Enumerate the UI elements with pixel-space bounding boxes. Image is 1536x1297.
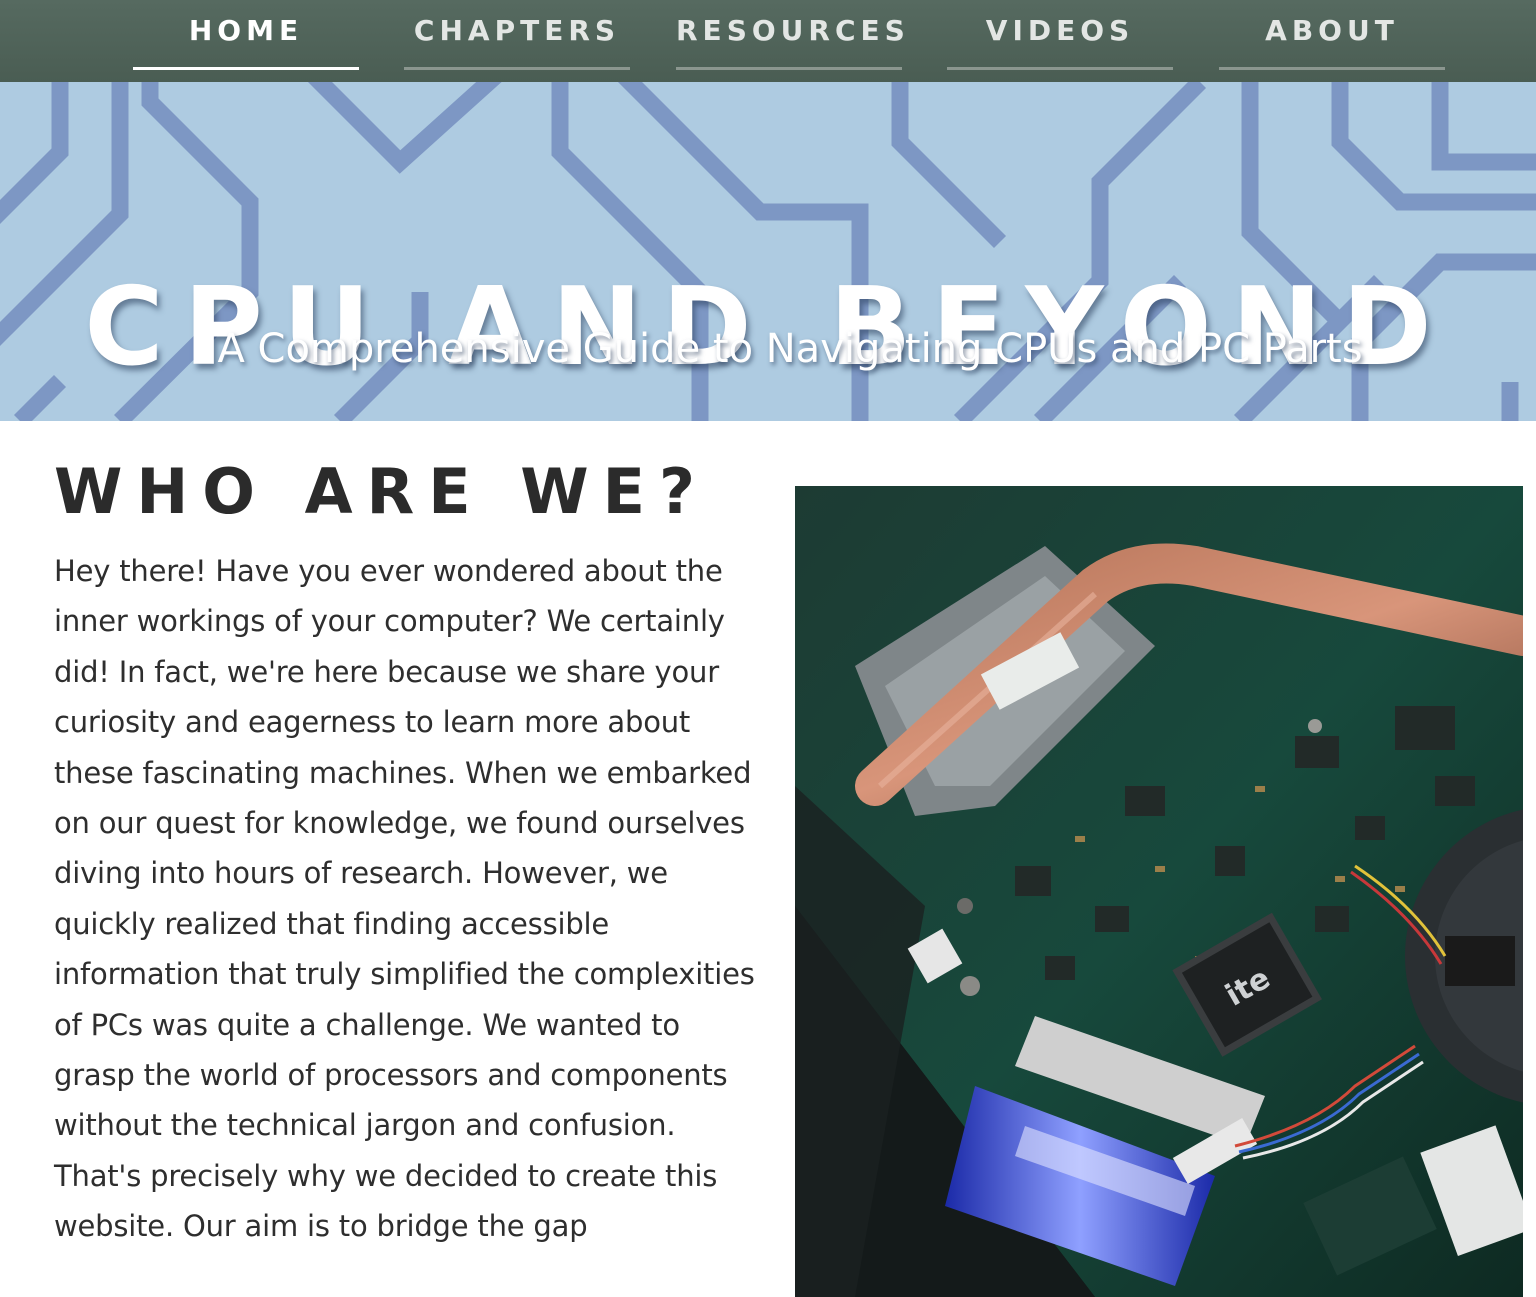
nav-label-chapters: CHAPTERS: [413, 14, 621, 47]
motherboard-photo: ite: [795, 486, 1523, 1297]
section-heading: WHO ARE WE?: [54, 455, 709, 528]
nav-label-about: ABOUT: [1265, 14, 1399, 47]
nav-underline-chapters: [404, 67, 630, 70]
nav-item-about[interactable]: ABOUT: [1219, 0, 1445, 70]
nav-underline-about: [1219, 67, 1445, 70]
nav-underline-videos: [947, 67, 1173, 70]
nav-label-home: HOME: [188, 14, 304, 47]
nav-item-resources[interactable]: RESOURCES: [676, 0, 910, 70]
site-subtitle: A Comprehensive Guide to Navigating CPUs…: [217, 326, 1363, 372]
nav-label-videos: VIDEOS: [985, 14, 1135, 47]
about-paragraph: Hey there! Have you ever wondered about …: [54, 554, 755, 1244]
motherboard-illustration: ite: [795, 486, 1523, 1297]
hero-banner: CPU AND BEYOND A Comprehensive Guide to …: [0, 82, 1536, 421]
nav-underline-home: [133, 67, 359, 70]
nav-item-chapters[interactable]: CHAPTERS: [404, 0, 630, 70]
nav-underline-resources: [676, 67, 902, 70]
main-nav: HOME CHAPTERS RESOURCES VIDEOS ABOUT: [0, 0, 1536, 82]
nav-item-home[interactable]: HOME: [133, 0, 359, 70]
nav-item-videos[interactable]: VIDEOS: [947, 0, 1173, 70]
nav-label-resources: RESOURCES: [676, 14, 910, 47]
